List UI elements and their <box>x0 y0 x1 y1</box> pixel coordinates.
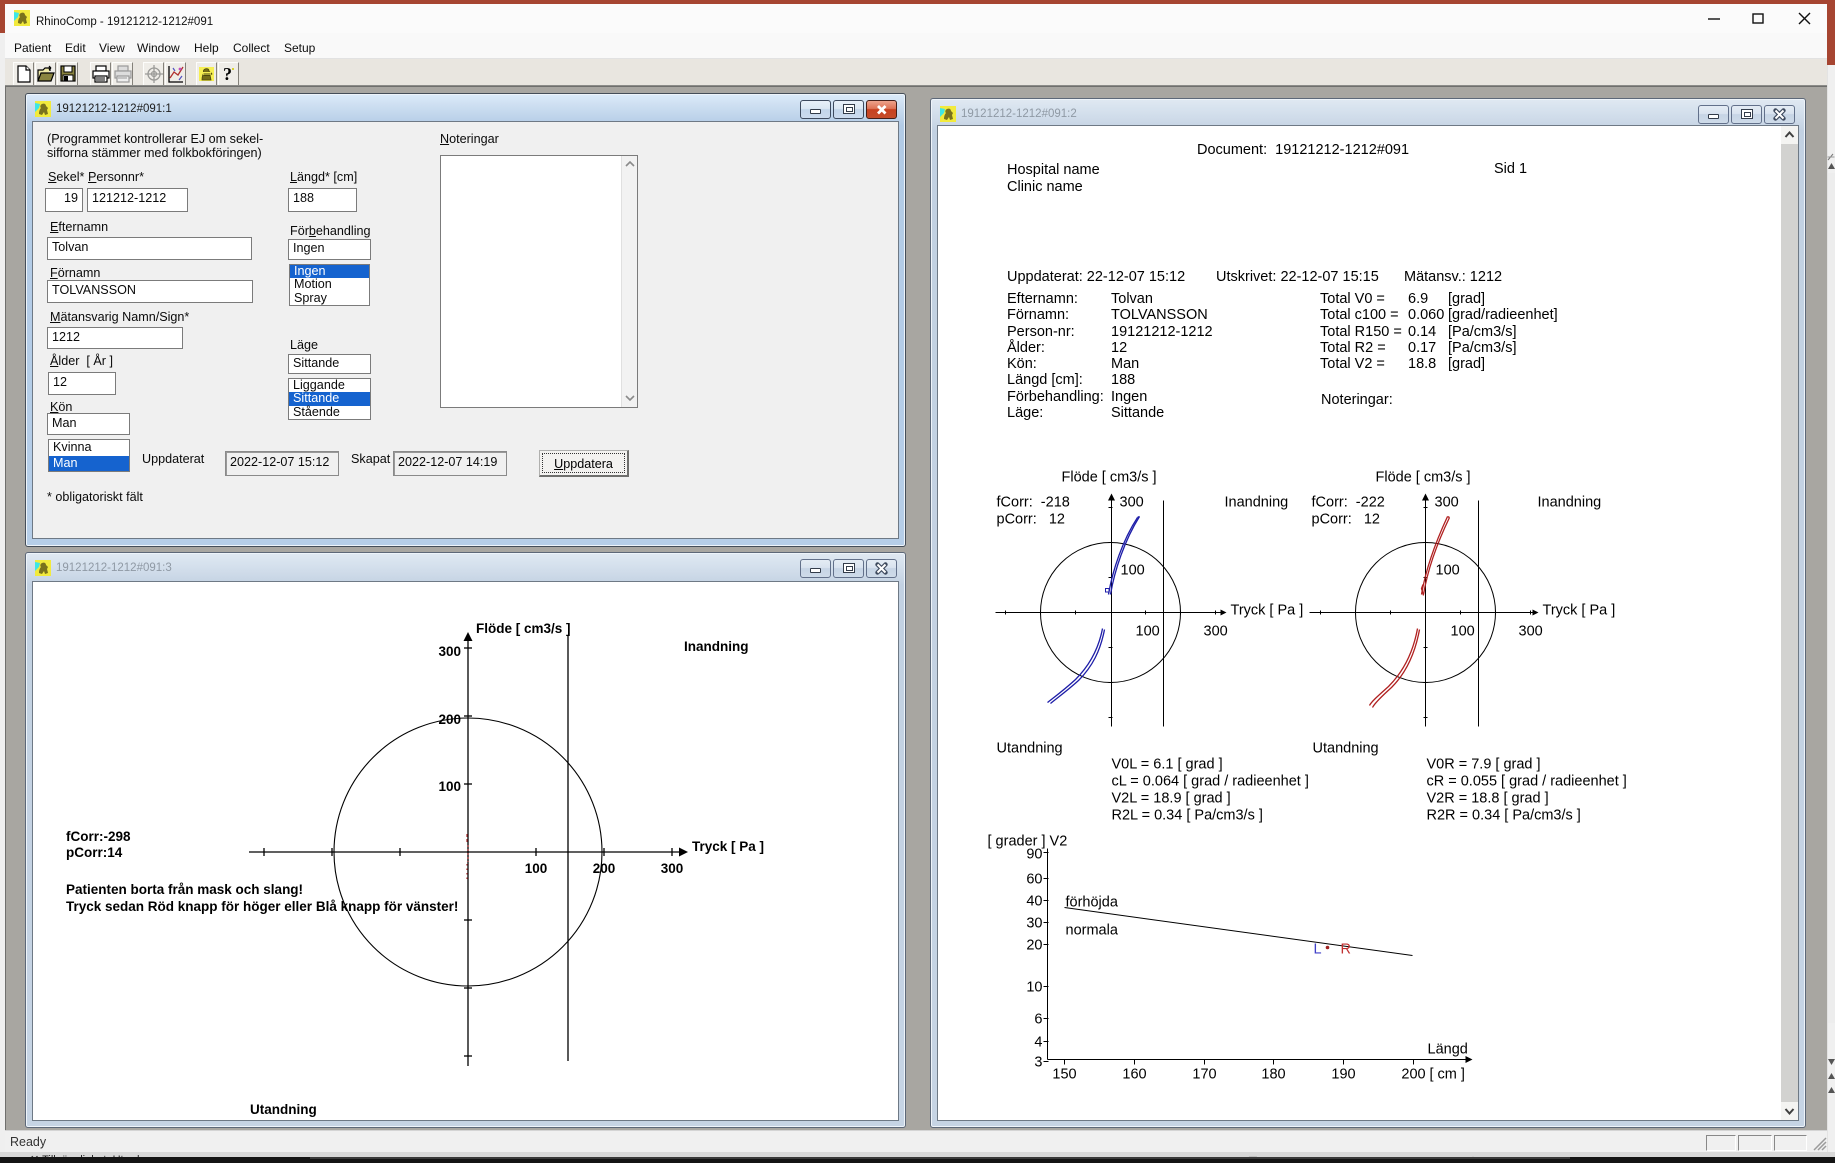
svg-text:Inandning: Inandning <box>1538 495 1602 511</box>
svg-text:Tryck [ Pa ]: Tryck [ Pa ] <box>1231 603 1304 619</box>
svg-text:V0L = 6.1 [ grad ]: V0L = 6.1 [ grad ] <box>1112 757 1223 773</box>
svg-text:6: 6 <box>1034 1012 1042 1028</box>
svg-text:100: 100 <box>1121 563 1145 579</box>
svg-text:30: 30 <box>1026 916 1042 932</box>
svg-text:Utandning: Utandning <box>1313 741 1379 757</box>
svg-text:160: 160 <box>1122 1067 1146 1083</box>
svg-text:100: 100 <box>1436 563 1460 579</box>
svg-text:fCorr:-298: fCorr:-298 <box>66 829 131 844</box>
svg-text:Flöde [ cm3/s ]: Flöde [ cm3/s ] <box>476 621 571 636</box>
svg-text:fCorr: -222: fCorr: -222 <box>1312 495 1385 511</box>
svg-text:cR = 0.055 [ grad / radieenhet: cR = 0.055 [ grad / radieenhet ] <box>1427 774 1627 790</box>
svg-text:normala: normala <box>1066 923 1119 939</box>
svg-text:300: 300 <box>438 644 461 659</box>
svg-text:300: 300 <box>1519 624 1543 640</box>
svg-text:pCorr:14: pCorr:14 <box>66 845 123 860</box>
svg-text:Flöde [ cm3/s ]: Flöde [ cm3/s ] <box>1376 470 1471 486</box>
svg-text:R2L = 0.34 [ Pa/cm3/s ]: R2L = 0.34 [ Pa/cm3/s ] <box>1112 808 1263 824</box>
svg-text:300: 300 <box>661 861 684 876</box>
svg-text:3: 3 <box>1034 1055 1042 1071</box>
svg-text:V0R = 7.9 [ grad ]: V0R = 7.9 [ grad ] <box>1427 757 1541 773</box>
svg-text:Längd: Längd <box>1428 1042 1468 1058</box>
svg-text:300: 300 <box>1204 624 1228 640</box>
svg-text:60: 60 <box>1026 872 1042 888</box>
svg-text:?: ? <box>223 64 232 84</box>
svg-text:Tryck sedan Röd knapp för höge: Tryck sedan Röd knapp för höger eller Bl… <box>66 899 458 914</box>
svg-text:R2R = 0.34 [ Pa/cm3/s ]: R2R = 0.34 [ Pa/cm3/s ] <box>1427 808 1581 824</box>
svg-text:R: R <box>1341 942 1351 958</box>
svg-text:förhöjda: förhöjda <box>1066 895 1119 911</box>
svg-text:V2L = 18.9 [ grad ]: V2L = 18.9 [ grad ] <box>1112 791 1231 807</box>
svg-text:150: 150 <box>1052 1067 1076 1083</box>
svg-text:4: 4 <box>1034 1035 1042 1051</box>
svg-text:Utandning: Utandning <box>250 1102 317 1117</box>
svg-text:pCorr: 12: pCorr: 12 <box>997 512 1066 528</box>
svg-text:cL = 0.064 [ grad / radieenhet: cL = 0.064 [ grad / radieenhet ] <box>1112 774 1309 790</box>
svg-text:Tryck [ Pa ]: Tryck [ Pa ] <box>1543 603 1616 619</box>
svg-text:10: 10 <box>1026 980 1042 996</box>
svg-text:fCorr: -218: fCorr: -218 <box>997 495 1070 511</box>
svg-text:200: 200 <box>1401 1067 1425 1083</box>
svg-text:pCorr: 12: pCorr: 12 <box>1312 512 1381 528</box>
svg-text:Flöde [ cm3/s ]: Flöde [ cm3/s ] <box>1062 470 1157 486</box>
svg-text:100: 100 <box>525 861 548 876</box>
svg-text:90: 90 <box>1026 847 1042 863</box>
svg-text:Patienten borta från mask och: Patienten borta från mask och slang! <box>66 882 303 897</box>
svg-text:20: 20 <box>1026 938 1042 954</box>
svg-text:40: 40 <box>1026 894 1042 910</box>
svg-text:300: 300 <box>1120 495 1144 511</box>
svg-text:V2R = 18.8 [ grad ]: V2R = 18.8 [ grad ] <box>1427 791 1549 807</box>
svg-text:100: 100 <box>1451 624 1475 640</box>
svg-text:Inandning: Inandning <box>684 639 749 654</box>
svg-text:Tryck [ Pa ]: Tryck [ Pa ] <box>692 839 764 854</box>
svg-text:200: 200 <box>593 861 616 876</box>
svg-text:100: 100 <box>438 779 461 794</box>
svg-text:Inandning: Inandning <box>1225 495 1289 511</box>
svg-text:L: L <box>1314 942 1322 958</box>
svg-text:190: 190 <box>1331 1067 1355 1083</box>
svg-text:[ cm ]: [ cm ] <box>1430 1067 1465 1083</box>
svg-text:170: 170 <box>1192 1067 1216 1083</box>
svg-text:100: 100 <box>1136 624 1160 640</box>
svg-text:300: 300 <box>1435 495 1459 511</box>
svg-text:180: 180 <box>1261 1067 1285 1083</box>
svg-text:Utandning: Utandning <box>997 741 1063 757</box>
